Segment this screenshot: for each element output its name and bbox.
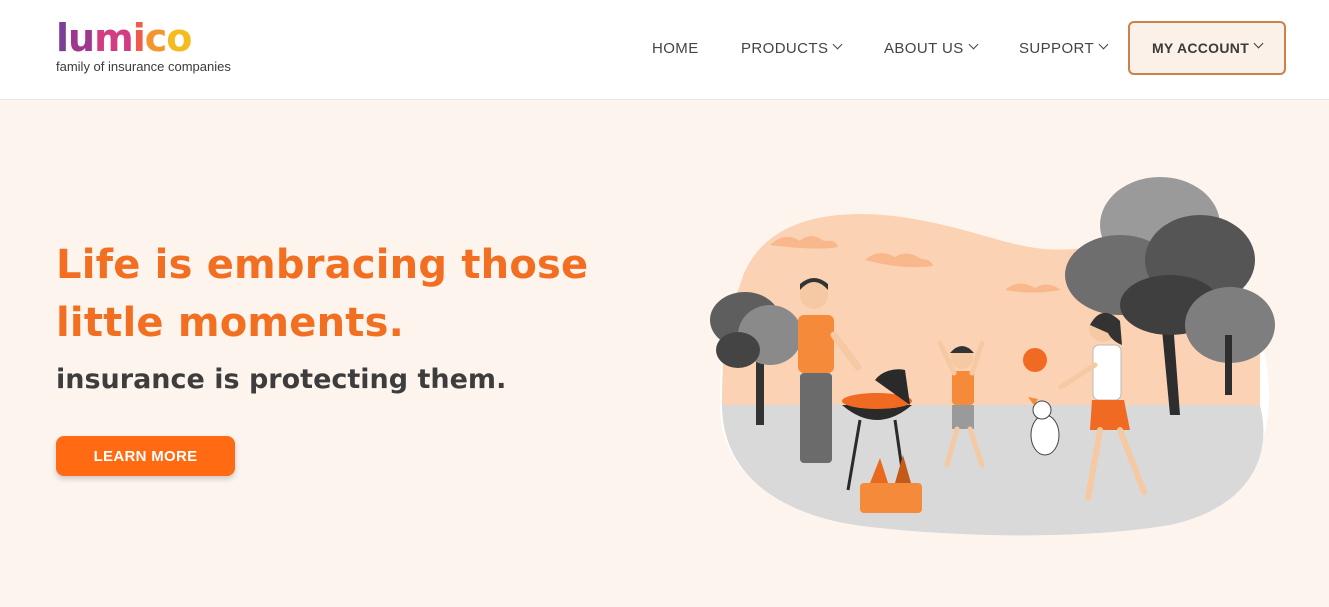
- family-picnic-illustration: [710, 177, 1275, 536]
- hero-subhead: insurance is protecting them.: [56, 364, 507, 395]
- chevron-down-icon: [1253, 38, 1264, 48]
- nav-item-support[interactable]: SUPPORT: [1019, 39, 1109, 57]
- learn-more-button[interactable]: LEARN MORE: [56, 436, 235, 476]
- logo-letter: u: [68, 16, 95, 60]
- hero-headline-line1: Life is embracing those: [56, 242, 589, 288]
- my-account-label: MY ACCOUNT: [1151, 40, 1250, 56]
- chevron-down-icon: [968, 39, 979, 50]
- nav-item-about-us[interactable]: ABOUT US: [884, 39, 979, 57]
- logo-letter: l: [56, 16, 69, 60]
- site-header: lumico family of insurance companies HOM…: [0, 0, 1329, 100]
- chevron-down-icon: [1098, 39, 1109, 50]
- nav-item-products[interactable]: PRODUCTS: [741, 39, 843, 57]
- nav-item-home[interactable]: HOME: [652, 40, 699, 57]
- lumico-logo[interactable]: lumico family of insurance companies: [56, 16, 256, 80]
- nav-item-label: HOME: [652, 40, 699, 57]
- logo-letter: o: [166, 16, 192, 60]
- chevron-down-icon: [832, 39, 843, 50]
- nav-item-label: SUPPORT: [1019, 40, 1095, 57]
- logo-wordmark: lumico: [56, 16, 192, 60]
- my-account-button[interactable]: MY ACCOUNT: [1128, 21, 1286, 75]
- hero-headline-line2: little moments.: [56, 300, 404, 346]
- logo-letter: m: [94, 16, 134, 60]
- logo-letter: i: [132, 16, 146, 60]
- nav-item-label: ABOUT US: [884, 40, 964, 57]
- logo-tagline: family of insurance companies: [56, 59, 231, 74]
- hero-headline: Life is embracing those little moments.: [56, 236, 616, 352]
- ball-icon: [1023, 348, 1047, 372]
- nav-item-label: PRODUCTS: [741, 40, 829, 57]
- logo-letter: c: [144, 16, 168, 60]
